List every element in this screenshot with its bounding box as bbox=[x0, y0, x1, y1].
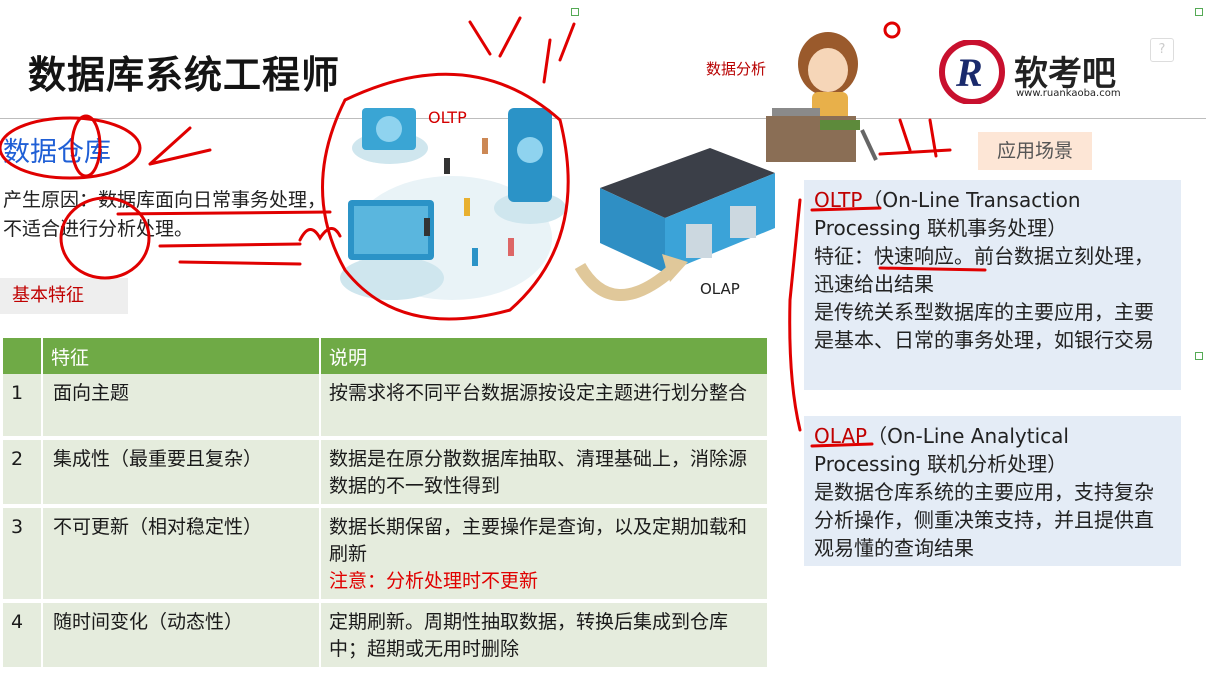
handwritten-annotations bbox=[0, 16, 987, 448]
slide-corner-marker bbox=[1195, 8, 1203, 16]
slide-corner-marker bbox=[1195, 352, 1203, 360]
slide-corner-marker bbox=[571, 8, 579, 16]
